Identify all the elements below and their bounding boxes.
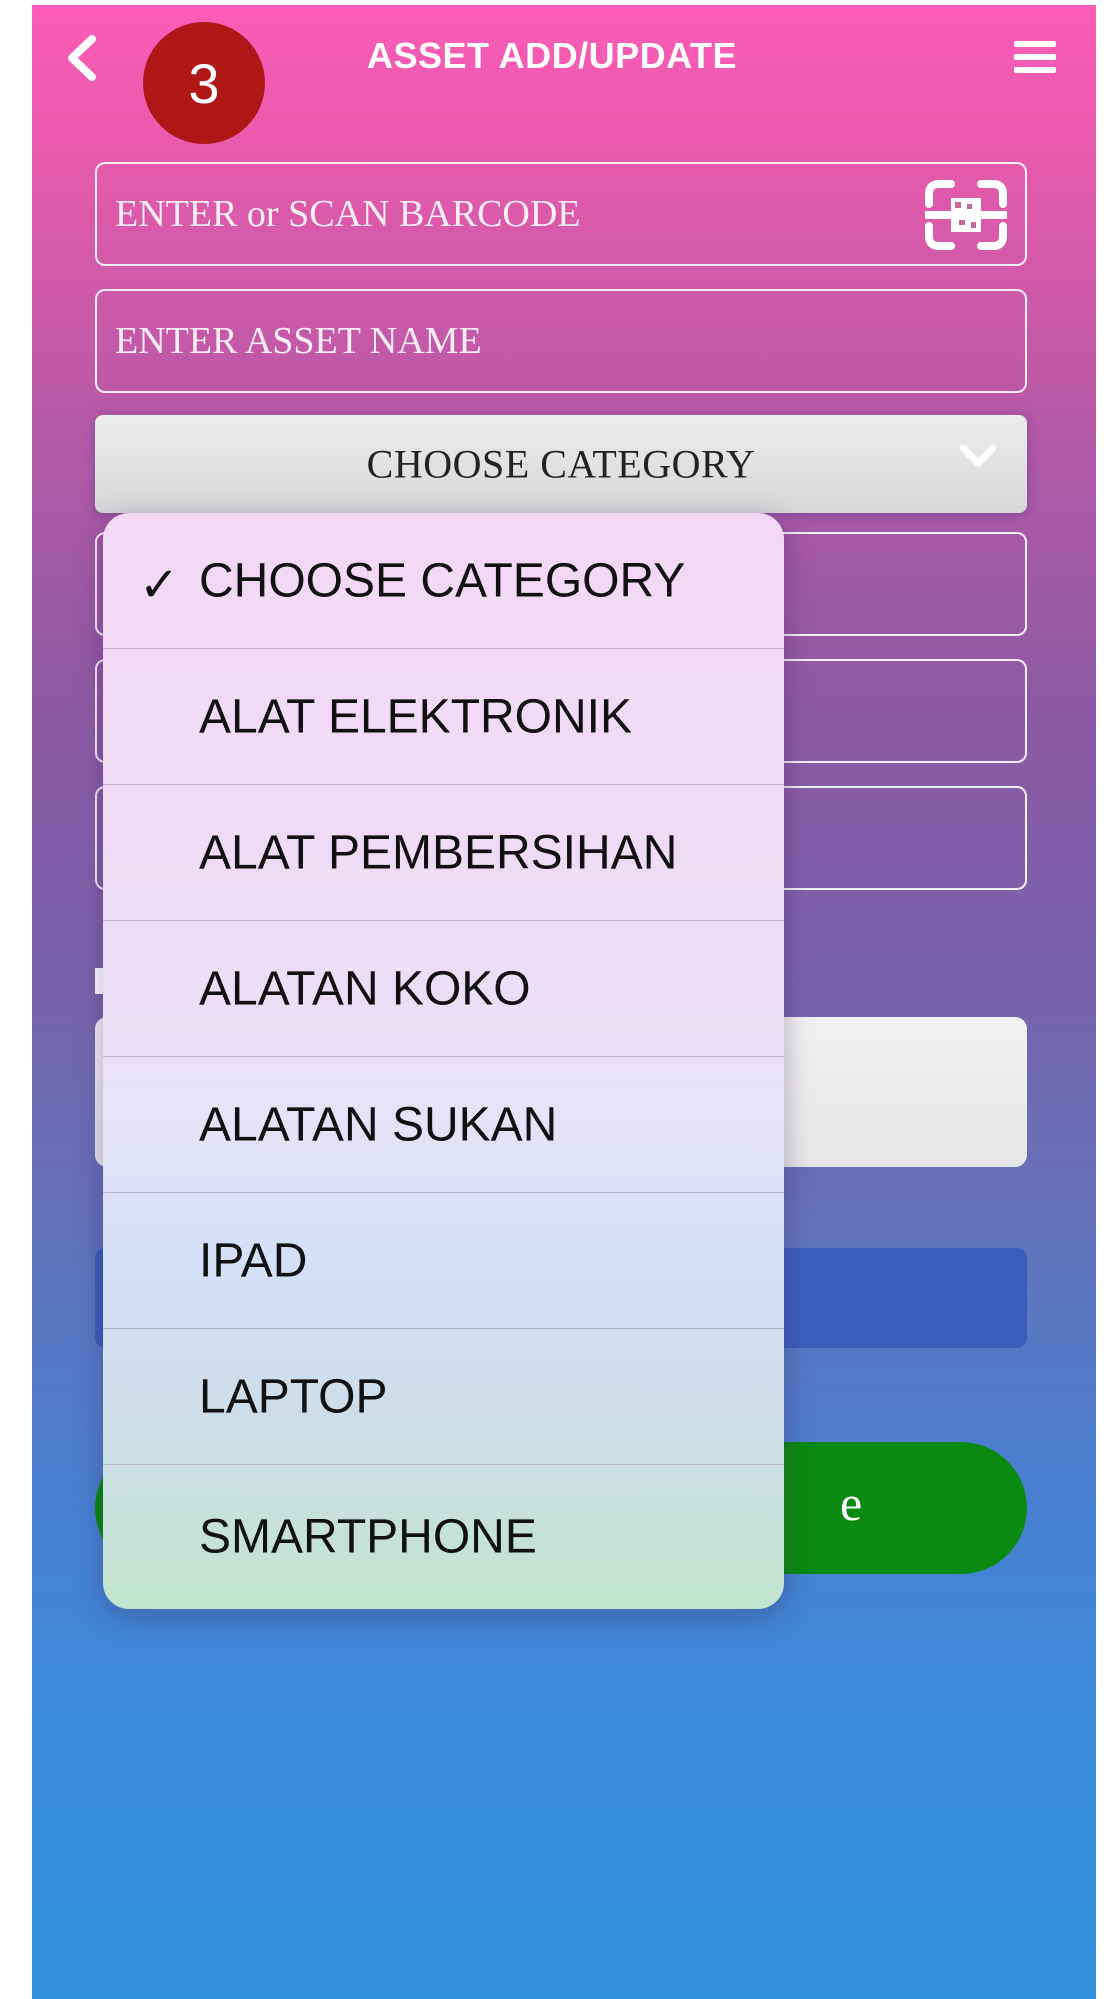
app-screen: 3 ASSET ADD/UPDATE ENTER or SCAN BARCODE <box>32 5 1096 1999</box>
dropdown-option[interactable]: ALATAN KOKO <box>103 921 784 1057</box>
dropdown-option-label: LAPTOP <box>199 1370 388 1423</box>
dropdown-option-label: ALATAN SUKAN <box>199 1098 558 1151</box>
submit-button-label: e <box>840 1475 863 1531</box>
page-title: ASSET ADD/UPDATE <box>366 35 738 76</box>
menu-button[interactable] <box>1014 41 1056 73</box>
dropdown-option-label: SMARTPHONE <box>199 1510 537 1564</box>
hamburger-menu-icon-line <box>1014 67 1056 73</box>
chevron-down-icon <box>959 444 997 467</box>
back-button[interactable] <box>62 33 102 83</box>
checkmark-icon: ✓ <box>139 559 180 612</box>
category-select[interactable]: CHOOSE CATEGORY <box>95 415 1027 513</box>
asset-name-placeholder: ENTER ASSET NAME <box>115 320 482 362</box>
hamburger-menu-icon-line <box>1014 54 1056 60</box>
dropdown-option[interactable]: ALAT ELEKTRONIK <box>103 649 784 785</box>
dropdown-option[interactable]: SMARTPHONE <box>103 1465 784 1609</box>
dropdown-option[interactable]: ALAT PEMBERSIHAN <box>103 785 784 921</box>
hamburger-menu-icon <box>1014 41 1056 47</box>
asset-name-input[interactable]: ENTER ASSET NAME <box>95 289 1027 393</box>
dropdown-option-label: ALAT PEMBERSIHAN <box>199 826 678 879</box>
dropdown-option[interactable]: ALATAN SUKAN <box>103 1057 784 1193</box>
barcode-placeholder: ENTER or SCAN BARCODE <box>115 193 581 235</box>
qr-scan-icon[interactable] <box>923 178 1009 252</box>
chevron-left-icon <box>68 35 96 81</box>
dropdown-option[interactable]: LAPTOP <box>103 1329 784 1465</box>
dropdown-option[interactable]: ✓ CHOOSE CATEGORY <box>103 513 784 649</box>
step-badge: 3 <box>143 22 265 144</box>
page-background: 3 ASSET ADD/UPDATE ENTER or SCAN BARCODE <box>0 0 1115 1999</box>
category-select-value: CHOOSE CATEGORY <box>366 441 756 487</box>
dropdown-option-label: CHOOSE CATEGORY <box>199 554 686 607</box>
category-dropdown[interactable]: ✓ CHOOSE CATEGORY ALAT ELEKTRONIK ALAT PEMB… <box>103 513 784 1609</box>
dropdown-option-label: ALATAN KOKO <box>199 962 531 1015</box>
dropdown-option-label: IPAD <box>199 1234 308 1287</box>
dropdown-option-label: ALAT ELEKTRONIK <box>199 690 633 743</box>
barcode-input[interactable]: ENTER or SCAN BARCODE <box>95 162 1027 266</box>
dropdown-option[interactable]: IPAD <box>103 1193 784 1329</box>
